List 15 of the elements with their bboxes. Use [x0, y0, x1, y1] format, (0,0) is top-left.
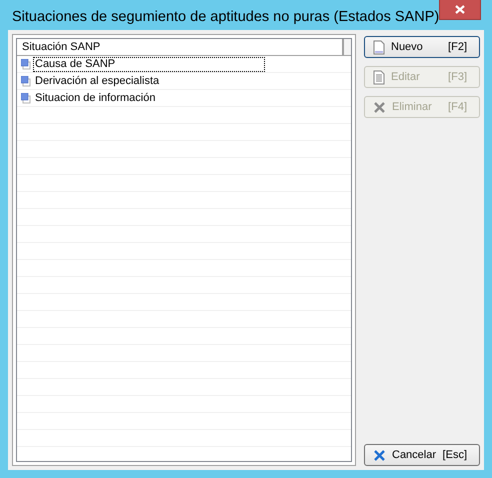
item-icon — [21, 92, 31, 104]
close-icon — [455, 5, 466, 14]
cancel-button[interactable]: Cancelar [Esc] — [364, 444, 480, 466]
new-button[interactable]: Nuevo [F2] — [364, 36, 480, 58]
close-icon — [373, 448, 386, 462]
document-icon — [373, 40, 385, 54]
window-title: Situaciones de segumiento de aptitudes no puras (Estados SANP) — [11, 9, 440, 25]
close-icon — [373, 100, 386, 114]
table-row[interactable]: Situacion de información — [33, 90, 158, 106]
item-icon — [21, 76, 31, 86]
text-document-icon — [373, 70, 385, 84]
close-button[interactable] — [439, 0, 481, 20]
table-row[interactable]: Causa de SANP — [33, 56, 265, 72]
table-row[interactable]: Derivación al especialista — [33, 74, 162, 88]
item-icon — [21, 58, 31, 70]
